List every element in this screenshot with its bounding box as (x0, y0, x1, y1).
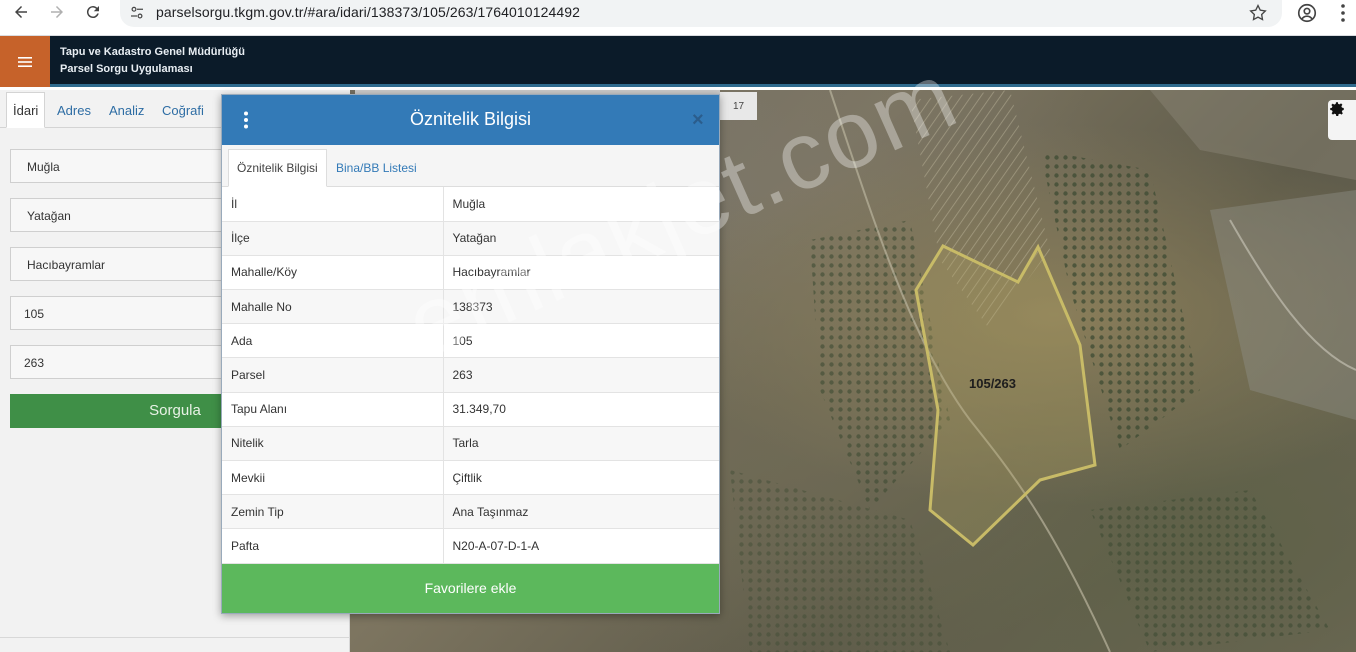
hamburger-icon (18, 56, 32, 67)
table-row: Pafta N20-A-07-D-1-A (222, 528, 719, 564)
parcel-label: 105/263 (969, 376, 1016, 391)
panel-divider (0, 637, 350, 638)
orchard-area (730, 470, 950, 652)
attr-value: Tarla (443, 426, 719, 462)
attr-value: 105 (443, 323, 719, 359)
tab-attribute-info[interactable]: Öznitelik Bilgisi (228, 149, 327, 187)
attr-value: 138373 (443, 289, 719, 325)
bookmark-star-icon[interactable] (1248, 3, 1268, 23)
orchard-area (1090, 490, 1330, 652)
tab-analiz[interactable]: Analiz (103, 92, 150, 128)
attr-key: Mahalle/Köy (222, 255, 444, 291)
attr-value: Ana Taşınmaz (443, 494, 719, 530)
app-title-line2: Parsel Sorgu Uygulaması (60, 63, 193, 75)
tab-idari[interactable]: İdari (6, 92, 46, 128)
app-title: Tapu ve Kadastro Genel Müdürlüğü Parsel … (60, 44, 245, 78)
attribute-table: İl Muğla İlçe Yatağan Mahalle/Köy Hacıbayra… (222, 187, 719, 564)
browser-toolbar: parselsorgu.tkgm.gov.tr/#ara/idari/13837… (0, 0, 1356, 36)
table-row: Ada 105 (222, 323, 719, 359)
browser-menu-icon[interactable] (1334, 2, 1352, 24)
zoom-level-box: 17 (720, 92, 757, 120)
gear-icon (1330, 102, 1344, 116)
table-row: İl Muğla (222, 187, 719, 222)
table-row: Mevkii Çiftlik (222, 460, 719, 496)
table-row: Tapu Alanı 31.349,70 (222, 392, 719, 427)
address-bar[interactable]: parselsorgu.tkgm.gov.tr/#ara/idari/13837… (120, 0, 1282, 27)
map-settings-button[interactable] (1328, 100, 1356, 140)
add-favorite-button[interactable]: Favorilere ekle (222, 564, 719, 613)
reload-icon[interactable] (78, 0, 108, 24)
app-title-line1: Tapu ve Kadastro Genel Müdürlüğü (60, 46, 245, 58)
modal-header: Öznitelik Bilgisi × (222, 95, 719, 145)
close-icon[interactable]: × (692, 109, 704, 132)
attr-value: N20-A-07-D-1-A (443, 528, 719, 564)
attr-value: Yatağan (443, 221, 719, 256)
attr-key: Parsel (222, 357, 444, 393)
hamburger-menu-button[interactable] (0, 36, 50, 87)
table-row: Mahalle/Köy Hacıbayramlar (222, 255, 719, 291)
attr-key: Tapu Alanı (222, 392, 444, 427)
table-row: Parsel 263 (222, 357, 719, 393)
rocky-area (1150, 90, 1356, 180)
attr-key: Ada (222, 323, 444, 359)
attr-key: Mahalle No (222, 289, 444, 325)
attr-key: Pafta (222, 528, 444, 564)
attr-value: Muğla (443, 187, 719, 222)
parcel-polygon[interactable] (914, 243, 1097, 548)
attr-key: Zemin Tip (222, 494, 444, 530)
attribute-modal: Öznitelik Bilgisi × Öznitelik Bilgisi Bi… (221, 94, 720, 614)
site-settings-icon[interactable] (128, 4, 146, 22)
attr-key: Nitelik (222, 426, 444, 462)
modal-title: Öznitelik Bilgisi (409, 109, 532, 129)
app-header: Tapu ve Kadastro Genel Müdürlüğü Parsel … (0, 36, 1356, 87)
tab-building-list[interactable]: Bina/BB Listesi (328, 149, 425, 187)
attr-value: Hacıbayramlar (443, 255, 719, 291)
back-icon[interactable] (6, 0, 36, 24)
table-row: Zemin Tip Ana Taşınmaz (222, 494, 719, 530)
attr-value: Çiftlik (443, 460, 719, 496)
url-text[interactable]: parselsorgu.tkgm.gov.tr/#ara/idari/13837… (156, 4, 580, 20)
attr-value: 31.349,70 (443, 392, 719, 427)
attr-key: İlçe (222, 221, 444, 256)
table-row: Mahalle No 138373 (222, 289, 719, 325)
attr-key: İl (222, 187, 444, 222)
tab-adres[interactable]: Adres (51, 92, 97, 128)
table-row: İlçe Yatağan (222, 221, 719, 256)
tab-cografi[interactable]: Coğrafi (156, 92, 210, 128)
forward-icon[interactable] (42, 0, 72, 24)
attr-key: Mevkii (222, 460, 444, 496)
profile-icon[interactable] (1296, 2, 1318, 24)
table-row: Nitelik Tarla (222, 426, 719, 462)
attr-value: 263 (443, 357, 719, 393)
modal-tabs: Öznitelik Bilgisi Bina/BB Listesi (222, 145, 719, 187)
